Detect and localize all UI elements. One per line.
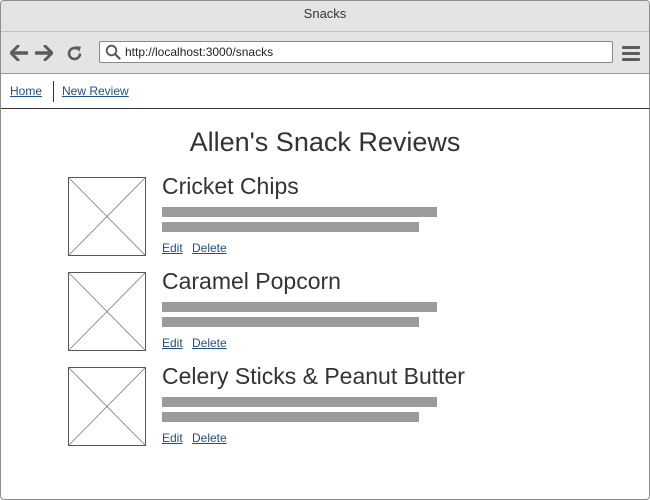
new-review-link[interactable]: New Review <box>62 84 129 98</box>
description-placeholder-line <box>162 317 419 327</box>
search-icon <box>105 44 121 60</box>
browser-menu-button[interactable] <box>621 44 641 62</box>
reload-button[interactable] <box>64 43 84 63</box>
arrow-right-icon <box>35 45 53 61</box>
browser-toolbar <box>1 32 649 74</box>
page-title: Allen's Snack Reviews <box>189 127 461 157</box>
snack-title: Cricket Chips <box>162 173 299 199</box>
description-placeholder-line <box>162 397 437 407</box>
home-link[interactable]: Home <box>10 84 42 98</box>
window-title: Snacks <box>303 6 347 21</box>
browser-window: Snacks http://localhost:3000/snacks Home… <box>0 0 650 500</box>
image-placeholder-icon <box>68 272 146 351</box>
snack-review-item: Cricket Chips Edit Delete <box>68 173 488 257</box>
snack-review-item: Celery Sticks & Peanut Butter Edit Delet… <box>68 363 488 447</box>
delete-link[interactable]: Delete <box>192 431 227 445</box>
description-placeholder-line <box>162 412 419 422</box>
image-placeholder-icon <box>68 367 146 446</box>
description-placeholder-line <box>162 302 437 312</box>
delete-link[interactable]: Delete <box>192 336 227 350</box>
image-placeholder-icon <box>68 177 146 256</box>
url-input[interactable] <box>125 43 605 61</box>
arrow-left-icon <box>10 45 28 61</box>
reload-icon <box>67 45 81 60</box>
description-placeholder-line <box>162 207 437 217</box>
description-placeholder-line <box>162 222 419 232</box>
snack-title: Celery Sticks & Peanut Butter <box>162 363 465 389</box>
nav-divider <box>53 81 54 102</box>
window-titlebar: Snacks <box>1 1 649 32</box>
back-button[interactable] <box>9 43 29 63</box>
delete-link[interactable]: Delete <box>192 241 227 255</box>
snack-title: Caramel Popcorn <box>162 268 341 294</box>
edit-link[interactable]: Edit <box>162 241 183 255</box>
snack-review-item: Caramel Popcorn Edit Delete <box>68 268 488 352</box>
edit-link[interactable]: Edit <box>162 336 183 350</box>
forward-button[interactable] <box>34 43 54 63</box>
address-bar[interactable] <box>99 41 613 63</box>
edit-link[interactable]: Edit <box>162 431 183 445</box>
site-nav: Home New Review <box>1 74 649 109</box>
